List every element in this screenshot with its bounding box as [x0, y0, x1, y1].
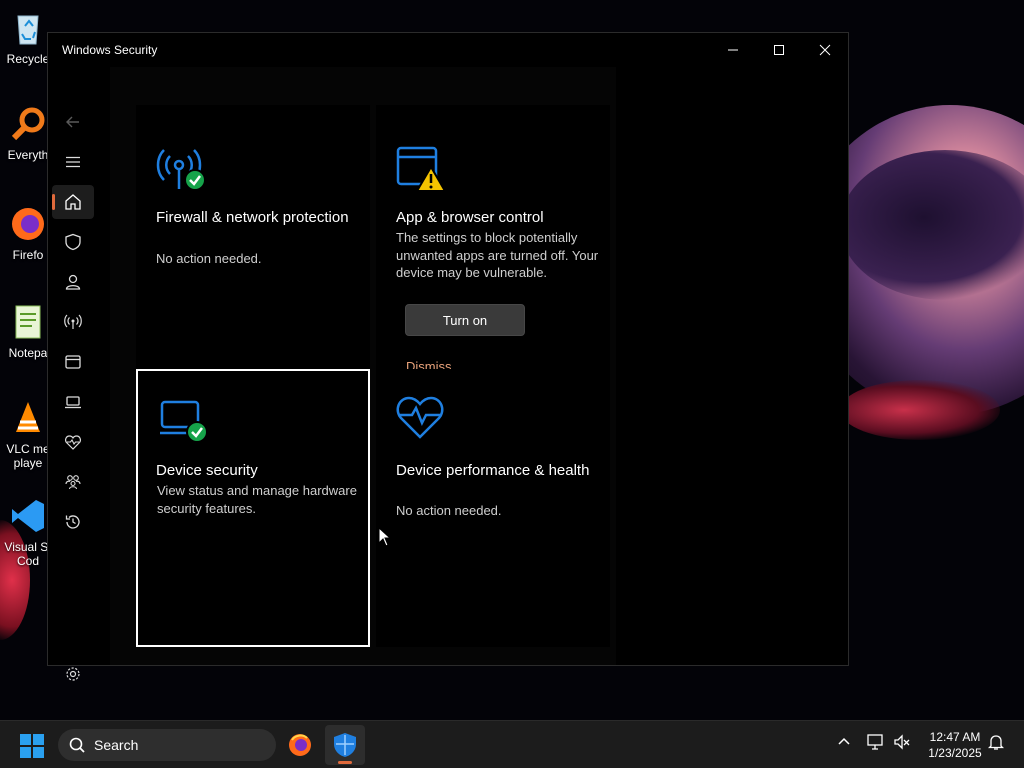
search-icon — [69, 737, 85, 753]
taskbar-search-box[interactable]: Search — [58, 729, 276, 761]
nav-device-performance[interactable] — [52, 425, 94, 459]
person-icon — [65, 274, 81, 290]
maximize-button[interactable] — [756, 33, 802, 67]
bell-icon — [988, 735, 1004, 750]
vscode-icon — [8, 496, 48, 536]
minimize-icon — [728, 49, 738, 51]
laptop-icon — [65, 396, 81, 409]
family-icon — [65, 475, 81, 490]
volume-button[interactable] — [893, 733, 911, 751]
tile-title: Firewall & network protection — [156, 209, 349, 226]
antenna-icon — [64, 314, 82, 329]
clock-date: 1/23/2025 — [928, 746, 982, 760]
windows-logo-icon — [20, 734, 44, 758]
nav-home[interactable] — [52, 185, 94, 219]
heart-pulse-icon — [65, 435, 81, 450]
tile-device-performance-health[interactable]: Device performance & health No action ne… — [376, 369, 610, 647]
tile-device-security[interactable]: Device security View status and manage h… — [136, 369, 370, 647]
nav-device-security[interactable] — [52, 385, 94, 419]
tile-status: View status and manage hardware security… — [157, 483, 357, 516]
taskbar: Search 12:47 AM 1/23/2025 — [0, 720, 1024, 768]
windows-security-shield-icon — [334, 733, 356, 757]
nav-account-protection[interactable] — [52, 265, 94, 299]
right-pane — [616, 67, 848, 665]
browser-warning-icon — [396, 146, 447, 192]
window-title: Windows Security — [62, 43, 158, 57]
notepad-icon — [8, 302, 48, 342]
taskbar-firefox[interactable] — [280, 725, 320, 765]
notifications-button[interactable] — [988, 733, 1004, 751]
menu-button[interactable] — [52, 145, 94, 179]
navigation-rail — [48, 67, 98, 681]
tile-title: Device security — [156, 462, 258, 479]
tile-title: Device performance & health — [396, 462, 590, 479]
recycle-bin-icon — [8, 8, 48, 48]
laptop-check-icon — [160, 400, 208, 443]
mouse-cursor — [378, 527, 392, 547]
title-bar[interactable]: Windows Security — [48, 33, 848, 67]
nav-protection-history[interactable] — [52, 505, 94, 539]
nav-app-browser-control[interactable] — [52, 345, 94, 379]
taskbar-windows-security[interactable] — [325, 725, 365, 765]
home-icon — [65, 194, 81, 210]
hamburger-menu-icon — [66, 156, 80, 168]
firewall-antenna-icon — [156, 149, 206, 191]
volume-muted-icon — [894, 734, 910, 750]
vlc-icon — [8, 398, 48, 438]
tile-firewall-network-protection[interactable]: Firewall & network protection No action … — [136, 105, 370, 383]
nav-virus-protection[interactable] — [52, 225, 94, 259]
maximize-icon — [774, 45, 784, 55]
search-placeholder: Search — [94, 737, 139, 753]
tile-app-browser-control[interactable]: App & browser control The settings to bl… — [376, 105, 610, 383]
close-button[interactable] — [802, 33, 848, 67]
shield-icon — [65, 233, 81, 251]
nav-family-options[interactable] — [52, 465, 94, 499]
history-icon — [65, 515, 80, 529]
clock-time: 12:47 AM — [929, 730, 981, 744]
back-arrow-icon — [66, 116, 79, 128]
minimize-button[interactable] — [710, 33, 756, 67]
firefox-icon — [289, 734, 311, 756]
chevron-up-icon — [838, 737, 850, 745]
tile-title: App & browser control — [396, 209, 544, 226]
turn-on-button[interactable]: Turn on — [405, 304, 525, 336]
security-at-a-glance: Firewall & network protection No action … — [110, 67, 616, 665]
start-button[interactable] — [20, 734, 44, 758]
windows-security-window: Windows Security Firewall & network prot… — [47, 32, 849, 681]
gear-icon — [66, 667, 80, 681]
show-hidden-icons-button[interactable] — [836, 733, 852, 749]
taskbar-clock[interactable]: 12:47 AM 1/23/2025 — [918, 729, 992, 761]
tile-status: The settings to block potentially unwant… — [396, 230, 599, 280]
browser-window-icon — [65, 355, 81, 369]
firefox-icon — [8, 204, 48, 244]
nav-settings[interactable] — [52, 657, 94, 691]
nav-firewall[interactable] — [52, 305, 94, 339]
tile-status: No action needed. — [396, 503, 502, 518]
tile-status: No action needed. — [156, 251, 262, 266]
close-icon — [819, 44, 831, 56]
network-icon — [867, 734, 883, 750]
everything-search-icon — [8, 104, 48, 144]
heart-pulse-icon — [396, 396, 444, 439]
back-button[interactable] — [52, 105, 94, 139]
network-status-button[interactable] — [866, 733, 886, 751]
